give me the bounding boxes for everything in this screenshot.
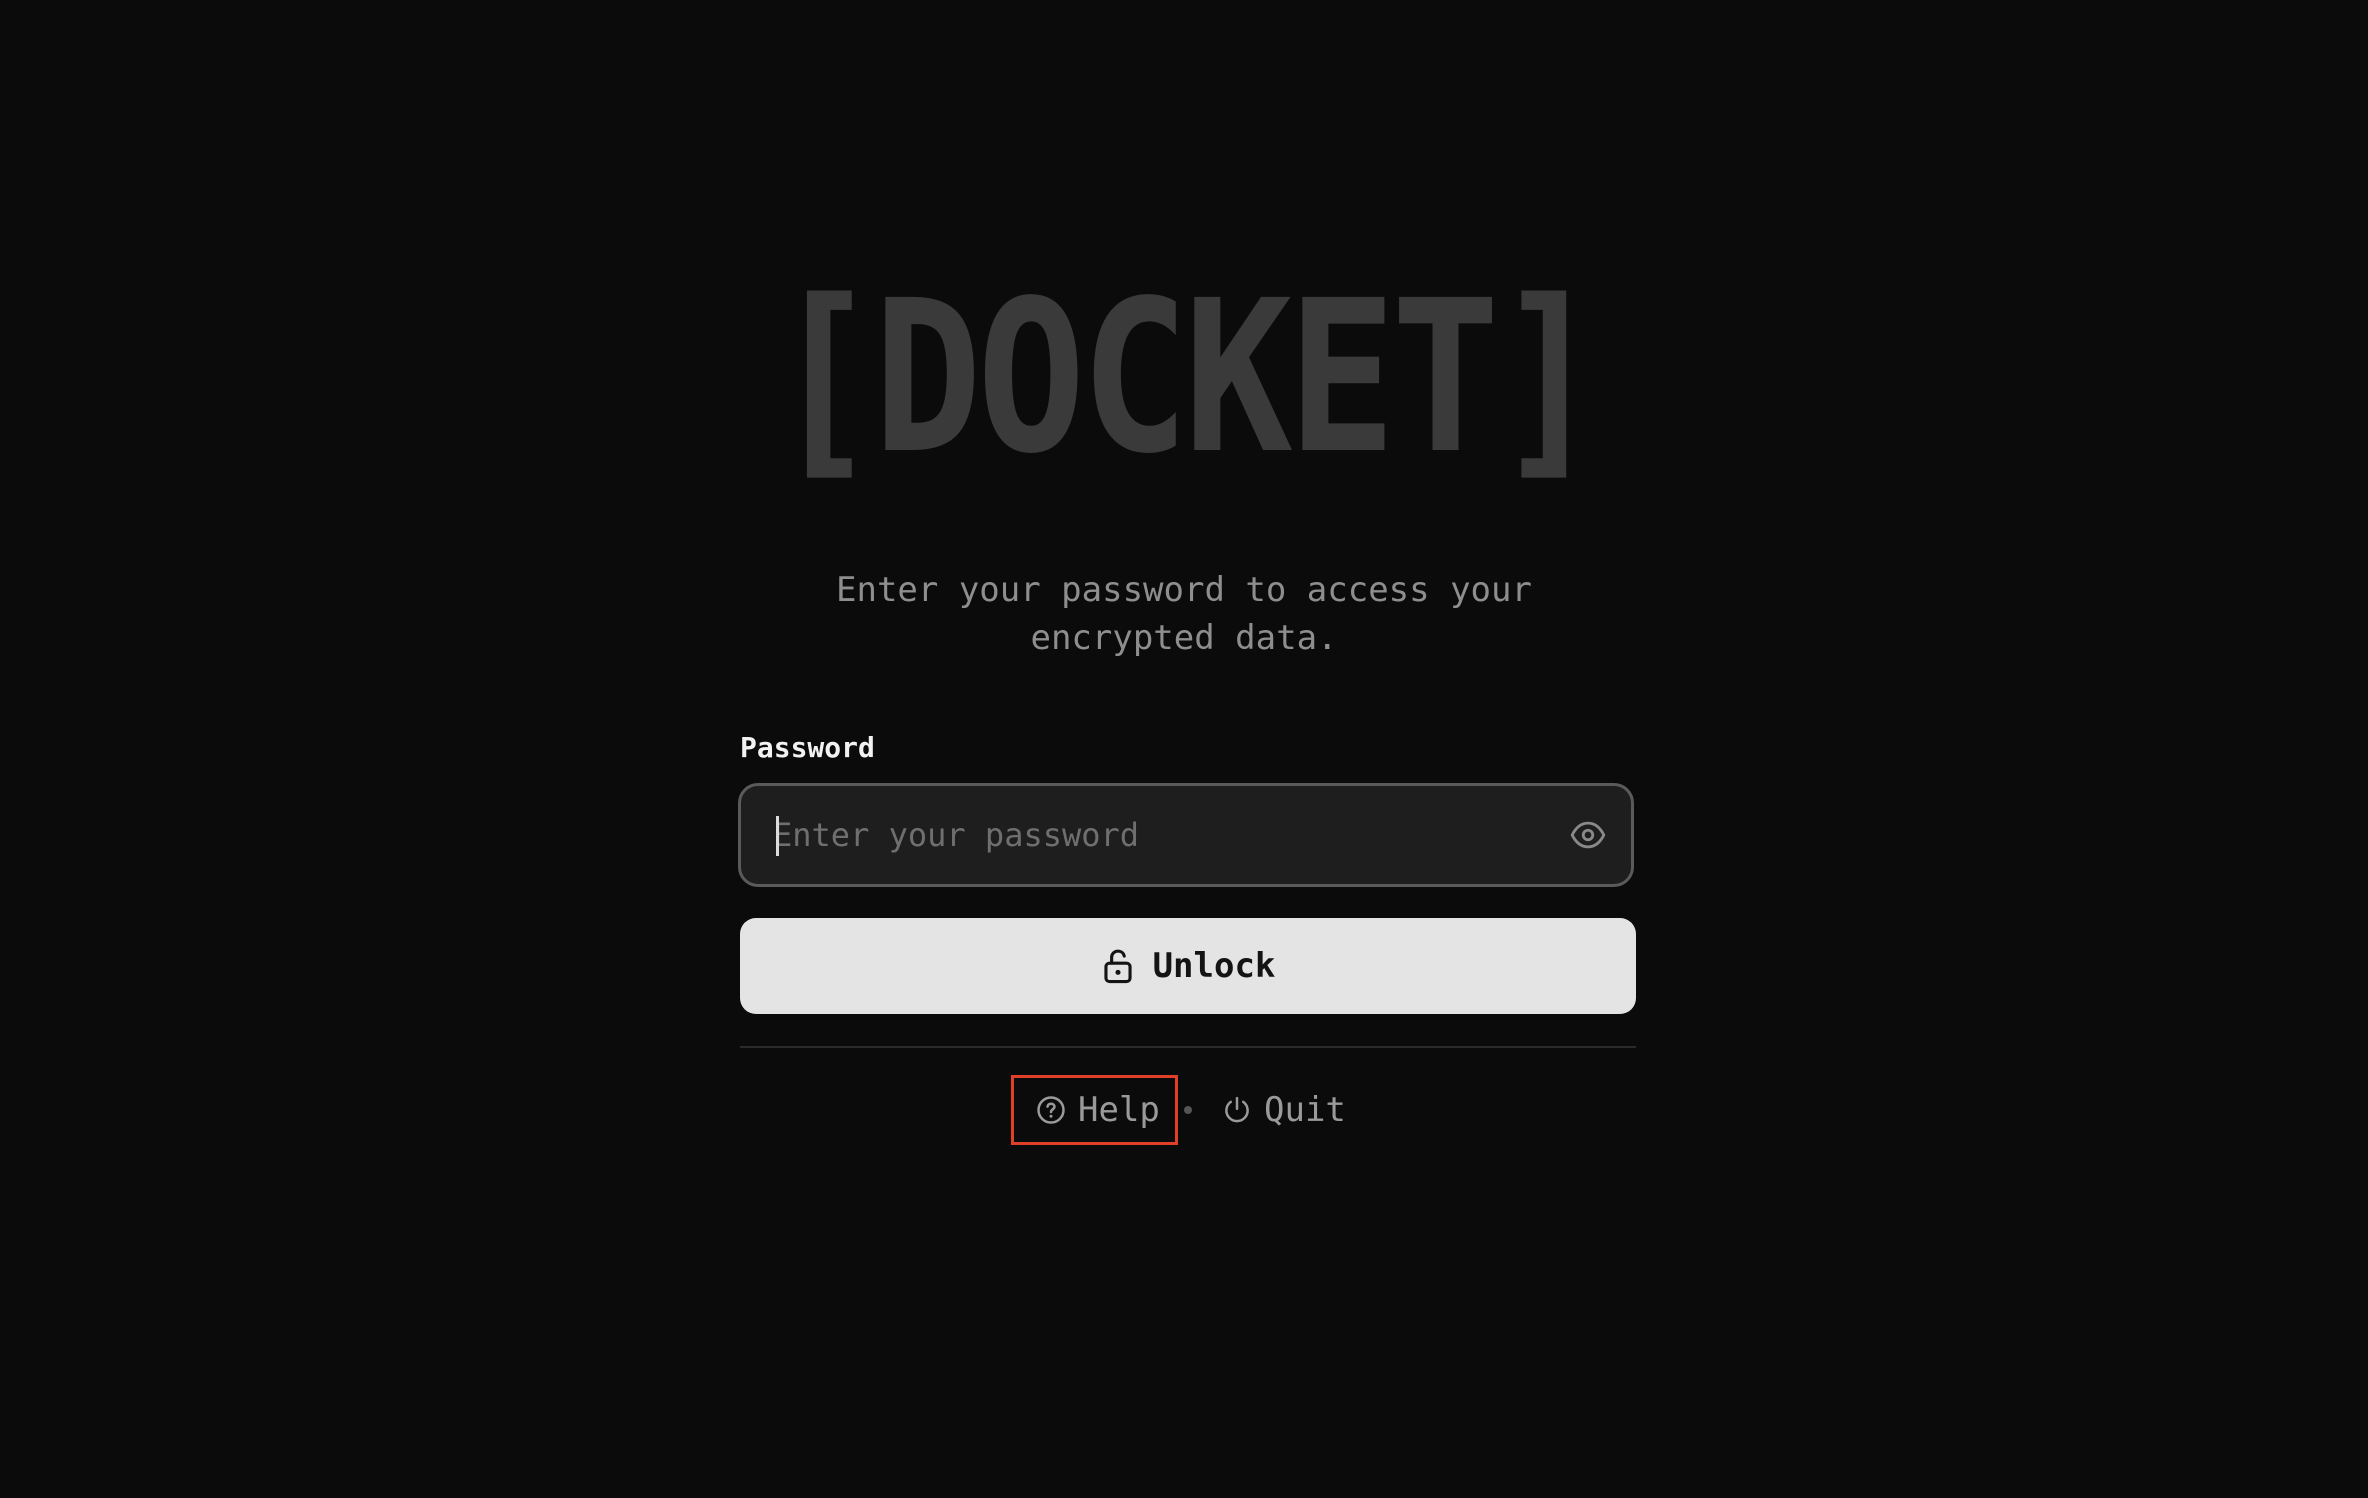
unlock-button[interactable]: Unlock [740, 918, 1636, 1014]
show-password-eye-icon[interactable] [1569, 816, 1607, 854]
help-circle-icon [1037, 1096, 1065, 1124]
quit-link[interactable]: Quit [1222, 1075, 1346, 1145]
footer-divider [740, 1046, 1636, 1048]
password-input[interactable] [773, 786, 1533, 884]
password-field-container [738, 783, 1634, 887]
separator-dot [1184, 1106, 1192, 1114]
text-caret [776, 816, 779, 856]
help-link[interactable]: Help [1011, 1075, 1178, 1145]
footer-links: Help Quit [0, 1075, 2368, 1145]
unlock-subtitle: Enter your password to access your encry… [836, 570, 1532, 658]
power-icon [1225, 1096, 1249, 1123]
password-label: Password [740, 731, 875, 764]
unlock-icon [1103, 949, 1132, 984]
lock-screen: [DOCKET] Enter your password to access y… [0, 0, 2368, 1498]
unlock-button-label: Unlock [1152, 946, 1276, 986]
quit-link-label: Quit [1264, 1090, 1346, 1130]
help-link-label: Help [1078, 1090, 1160, 1130]
app-logo: [DOCKET] [769, 255, 1604, 500]
